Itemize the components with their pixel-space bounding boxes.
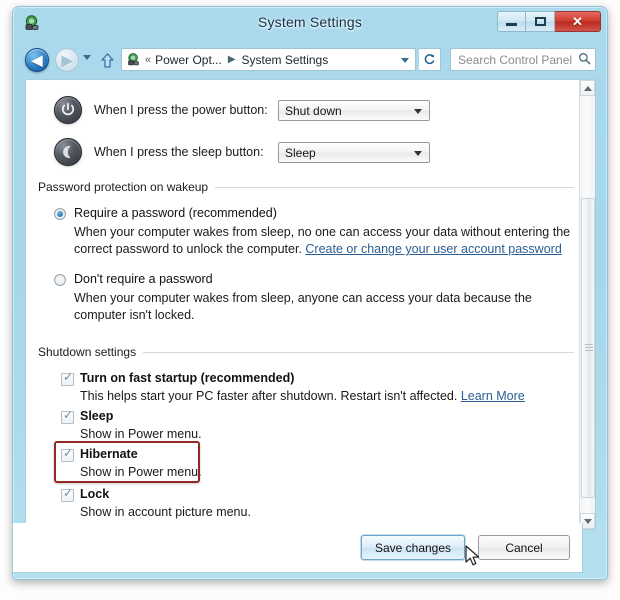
sleep-label[interactable]: Sleep <box>80 409 113 423</box>
sleep-checkbox[interactable] <box>61 409 74 424</box>
search-box[interactable]: Search Control Panel <box>450 48 596 71</box>
recent-locations-chevron-down-icon[interactable] <box>83 55 91 60</box>
power-button-select[interactable]: Shut down <box>278 100 430 121</box>
require-password-description: When your computer wakes from sleep, no … <box>74 224 574 258</box>
scroll-up-arrow-icon <box>583 85 592 91</box>
lock-label[interactable]: Lock <box>80 487 109 501</box>
sleep-button-select-value: Sleep <box>285 145 316 160</box>
create-change-password-link[interactable]: Create or change your user account passw… <box>305 242 561 256</box>
password-group-label: Password protection on wakeup <box>38 180 216 194</box>
back-arrow-icon: ◀ <box>31 52 43 68</box>
power-button-icon <box>54 96 82 124</box>
maximize-icon <box>534 17 546 26</box>
screenshot-root: System Settings ✕ ◀ ▶ « Power Opt... ▶ S… <box>0 0 620 600</box>
vertical-scrollbar[interactable] <box>579 80 595 529</box>
fast-startup-description: This helps start your PC faster after sh… <box>80 389 525 403</box>
shutdown-group-rule <box>136 352 574 353</box>
up-arrow-icon <box>100 52 114 68</box>
no-password-label[interactable]: Don't require a password <box>74 272 213 286</box>
fast-startup-checkbox[interactable] <box>61 371 74 386</box>
require-password-label[interactable]: Require a password (recommended) <box>74 206 277 220</box>
no-password-radio[interactable] <box>54 274 66 286</box>
sleep-button-select[interactable]: Sleep <box>278 142 430 163</box>
title-bar: System Settings ✕ <box>13 7 607 41</box>
scrollbar-grip-icon <box>585 344 593 352</box>
address-power-options-icon <box>126 52 141 67</box>
up-button[interactable] <box>97 49 117 71</box>
learn-more-link[interactable]: Learn More <box>461 389 525 403</box>
fast-startup-label[interactable]: Turn on fast startup (recommended) <box>80 371 294 385</box>
forward-button[interactable]: ▶ <box>55 48 79 72</box>
breadcrumb-segment-power-options[interactable]: Power Opt... <box>155 53 222 67</box>
refresh-button[interactable] <box>419 48 441 71</box>
breadcrumb-overflow-icon[interactable]: « <box>145 54 151 66</box>
cancel-button[interactable]: Cancel <box>478 535 570 560</box>
no-password-description: When your computer wakes from sleep, any… <box>74 290 574 324</box>
minimize-button[interactable] <box>497 11 526 32</box>
scroll-down-arrow-icon <box>583 518 592 524</box>
chevron-down-icon <box>414 151 422 156</box>
search-input[interactable]: Search Control Panel <box>458 53 578 67</box>
search-icon <box>578 52 591 68</box>
lock-checkbox[interactable] <box>61 487 74 502</box>
address-bar[interactable]: « Power Opt... ▶ System Settings <box>121 48 416 71</box>
close-icon: ✕ <box>572 14 583 29</box>
navigation-bar: ◀ ▶ « Power Opt... ▶ System Settings Sea… <box>13 41 607 79</box>
sleep-description: Show in Power menu. <box>80 427 202 441</box>
sleep-button-row: When I press the sleep button: <box>54 138 264 166</box>
power-button-select-value: Shut down <box>285 103 342 118</box>
lock-description: Show in account picture menu. <box>80 505 251 519</box>
scroll-up-button[interactable] <box>580 80 595 96</box>
settings-pane: When I press the power button: Shut down… <box>26 80 580 529</box>
close-button[interactable]: ✕ <box>555 11 601 32</box>
minimize-icon <box>506 23 517 26</box>
chevron-down-icon <box>414 109 422 114</box>
sleep-moon-icon <box>54 138 82 166</box>
dialog-footer: Save changes Cancel <box>12 523 583 573</box>
hibernate-checkbox[interactable] <box>61 447 74 462</box>
window-controls: ✕ <box>497 11 601 32</box>
settings-content-area: When I press the power button: Shut down… <box>25 79 596 530</box>
mouse-cursor-icon <box>465 545 483 569</box>
no-password-desc-line2: computer isn't locked. <box>74 308 195 322</box>
address-dropdown-chevron-down-icon[interactable] <box>401 58 409 63</box>
power-button-label: When I press the power button: <box>94 103 268 117</box>
password-group-rule <box>198 187 574 188</box>
back-button[interactable]: ◀ <box>25 48 49 72</box>
breadcrumb-segment-system-settings[interactable]: System Settings <box>242 53 329 67</box>
refresh-icon <box>424 54 435 65</box>
maximize-button[interactable] <box>526 11 555 32</box>
fast-startup-desc-text: This helps start your PC faster after sh… <box>80 389 458 403</box>
require-password-radio[interactable] <box>54 208 66 220</box>
sleep-button-label: When I press the sleep button: <box>94 145 264 159</box>
save-changes-button[interactable]: Save changes <box>361 535 465 560</box>
no-password-desc-line1: When your computer wakes from sleep, any… <box>74 291 532 305</box>
system-settings-window: System Settings ✕ ◀ ▶ « Power Opt... ▶ S… <box>12 6 608 580</box>
hibernate-label[interactable]: Hibernate <box>80 447 138 461</box>
radio-selected-dot <box>57 211 63 217</box>
forward-arrow-icon: ▶ <box>61 52 73 68</box>
require-password-desc-line1: When your computer wakes from sleep, no … <box>74 225 571 239</box>
breadcrumb-separator-icon: ▶ <box>227 54 236 65</box>
require-password-desc-line2: correct password to unlock the computer. <box>74 242 302 256</box>
hibernate-description: Show in Power menu. <box>80 465 202 479</box>
scrollbar-thumb[interactable] <box>581 198 595 498</box>
shutdown-group-label: Shutdown settings <box>38 345 144 359</box>
power-button-row: When I press the power button: <box>54 96 268 124</box>
